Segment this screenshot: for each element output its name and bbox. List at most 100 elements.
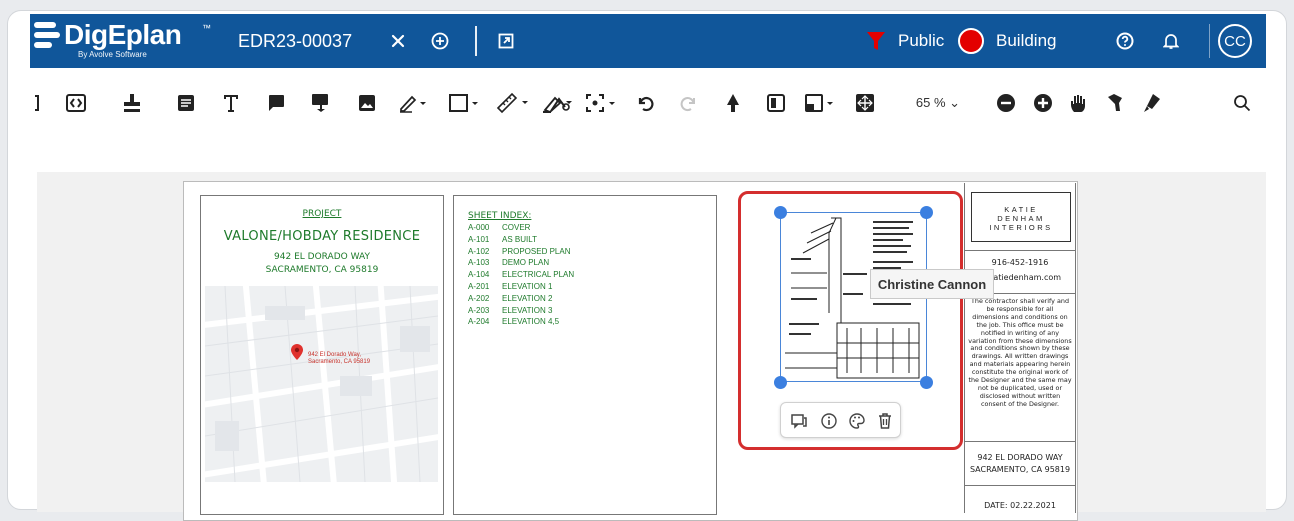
pan-tool[interactable] bbox=[1067, 80, 1091, 126]
close-icon bbox=[391, 34, 405, 48]
page-layout-icon bbox=[805, 94, 833, 112]
resize-handle-top-left[interactable] bbox=[774, 206, 787, 219]
title-block-divider bbox=[965, 485, 1075, 486]
header-bar: DigEplan ™ By Avolve Software EDR23-0003… bbox=[30, 14, 1266, 68]
marker-icon bbox=[1144, 94, 1160, 112]
sheet-code: A-201 bbox=[468, 282, 490, 291]
sheet-index-row: A-104 ELECTRICAL PLAN bbox=[468, 270, 574, 279]
bell-icon bbox=[1163, 34, 1179, 49]
color-button[interactable] bbox=[842, 403, 872, 439]
sidebar-icon bbox=[767, 94, 785, 112]
sheet-code: A-202 bbox=[468, 293, 490, 303]
search-button[interactable] bbox=[1230, 80, 1254, 126]
logo-text: DigEplan bbox=[64, 19, 182, 50]
notifications-button[interactable] bbox=[1159, 14, 1183, 68]
sheet-code: A-103 bbox=[468, 258, 490, 268]
logo-trademark: ™ bbox=[202, 23, 211, 33]
text-tool[interactable] bbox=[219, 80, 243, 126]
zoom-out-button[interactable] bbox=[994, 80, 1018, 126]
select-region-tool[interactable] bbox=[584, 80, 620, 126]
sheet-code: A-102 bbox=[468, 246, 490, 256]
firm-logo: KATIE DENHAM INTERIORS bbox=[971, 192, 1071, 242]
logo-mark-icon bbox=[34, 22, 60, 52]
sheet-name: COVER bbox=[502, 223, 531, 232]
help-button[interactable] bbox=[1113, 14, 1137, 68]
map-streets bbox=[205, 286, 438, 482]
trash-icon bbox=[879, 413, 891, 429]
code-box-icon bbox=[66, 94, 86, 112]
document-id: EDR23-00037 bbox=[238, 30, 353, 51]
compare-tool[interactable] bbox=[64, 80, 88, 126]
sheet-index-panel: SHEET INDEX: A-000 COVER A-101 AS BUILT A-10… bbox=[453, 195, 717, 515]
site-address-line2: SACRAMENTO, CA 95819 bbox=[969, 465, 1071, 474]
measure-tool[interactable] bbox=[494, 80, 534, 126]
page-layout-button[interactable] bbox=[803, 80, 839, 126]
header-divider bbox=[475, 26, 477, 56]
sheet-name: AS BUILT bbox=[502, 234, 537, 244]
marker-tool[interactable] bbox=[1140, 80, 1164, 126]
sheet-date: DATE: 02.22.2021 bbox=[984, 501, 1056, 510]
location-map: 942 El Dorado Way, Sacramento, CA 95819 bbox=[205, 286, 438, 482]
help-icon bbox=[1116, 32, 1134, 50]
callout-tool[interactable] bbox=[264, 80, 288, 126]
firm-phone: 916-452-1916 bbox=[991, 258, 1049, 267]
resize-handle-bottom-right[interactable] bbox=[920, 376, 933, 389]
eraser-tool[interactable] bbox=[1103, 80, 1127, 126]
discipline-selector[interactable]: Building bbox=[958, 14, 1078, 68]
sheet-index-row: A-204 ELEVATION 4,5 bbox=[468, 317, 559, 326]
shape-tool[interactable] bbox=[447, 80, 483, 126]
project-name: VALONE/HOBDAY RESIDENCE bbox=[223, 229, 421, 244]
filter-icon bbox=[867, 32, 885, 50]
project-address-line1: 942 EL DORADO WAY bbox=[274, 252, 370, 262]
sheet-name: ELEVATION 2 bbox=[502, 293, 553, 303]
comment-button[interactable] bbox=[784, 403, 814, 439]
ruler-icon bbox=[496, 92, 528, 114]
reply-callout-tool[interactable] bbox=[308, 80, 332, 126]
toolbar-overflow-left[interactable] bbox=[33, 80, 41, 126]
project-address-line2: SACRAMENTO, CA 95819 bbox=[265, 265, 379, 275]
add-document-button[interactable] bbox=[428, 14, 452, 68]
select-tool[interactable] bbox=[721, 80, 745, 126]
note-tool[interactable] bbox=[174, 80, 198, 126]
info-button[interactable] bbox=[814, 403, 844, 439]
redo-button[interactable] bbox=[677, 80, 701, 126]
resize-handle-top-right[interactable] bbox=[920, 206, 933, 219]
zoom-out-icon bbox=[997, 94, 1015, 112]
resize-handle-bottom-left[interactable] bbox=[774, 376, 787, 389]
pen-icon bbox=[400, 95, 426, 113]
sheet-index-row: A-103 DEMO PLAN bbox=[468, 258, 549, 267]
stamp-tool[interactable] bbox=[120, 80, 144, 126]
text-icon bbox=[224, 95, 238, 112]
undo-icon bbox=[638, 96, 654, 112]
sheet-name: ELEVATION 3 bbox=[502, 305, 553, 315]
fit-page-button[interactable] bbox=[853, 80, 877, 126]
visibility-filter[interactable]: Public bbox=[866, 14, 952, 68]
delete-button[interactable] bbox=[870, 403, 900, 439]
image-icon bbox=[359, 95, 375, 111]
undo-button[interactable] bbox=[633, 80, 657, 126]
area-tool[interactable] bbox=[546, 80, 576, 126]
open-external-button[interactable] bbox=[494, 14, 518, 68]
zoom-in-button[interactable] bbox=[1031, 80, 1055, 126]
author-tooltip: Christine Cannon bbox=[870, 269, 994, 299]
palette-icon bbox=[849, 413, 865, 429]
map-pin-label: 942 El Dorado Way, Sacramento, CA 95819 bbox=[308, 352, 371, 365]
open-external-icon bbox=[498, 33, 514, 49]
visibility-label: Public bbox=[898, 31, 945, 50]
comment-icon bbox=[791, 414, 807, 429]
markup-toolbar: 65 % ⌄ bbox=[0, 80, 1294, 126]
sheet-index-row: A-203 ELEVATION 3 bbox=[468, 306, 552, 315]
panel-toggle-button[interactable] bbox=[764, 80, 788, 126]
title-block: KATIE DENHAM INTERIORS 916-452-1916 kati… bbox=[964, 183, 1076, 513]
sheet-code: A-204 bbox=[468, 317, 490, 327]
sheet-name: ELECTRICAL PLAN bbox=[502, 270, 575, 280]
logo-subtitle: By Avolve Software bbox=[78, 50, 147, 59]
close-document-button[interactable] bbox=[386, 14, 410, 68]
zoom-level-dropdown[interactable]: 65 % ⌄ bbox=[908, 80, 968, 126]
sheet-index-row: A-102 PROPOSED PLAN bbox=[468, 247, 570, 256]
fit-to-page-icon bbox=[856, 94, 874, 112]
cursor-arrow-icon bbox=[727, 94, 739, 112]
user-avatar[interactable]: CC bbox=[1218, 24, 1252, 58]
image-tool[interactable] bbox=[355, 80, 379, 126]
pen-tool[interactable] bbox=[396, 80, 432, 126]
